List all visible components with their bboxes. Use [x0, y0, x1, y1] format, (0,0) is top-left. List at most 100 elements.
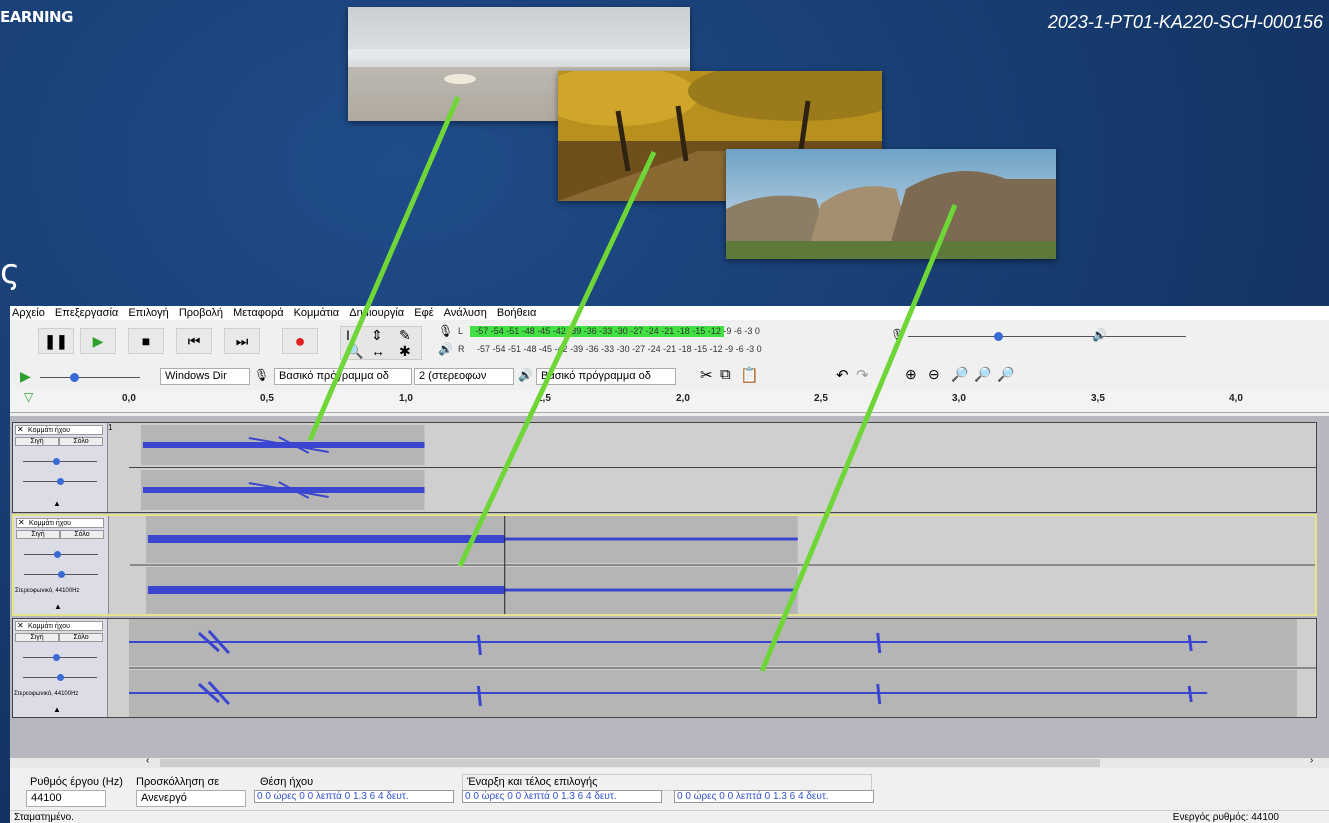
redo-icon[interactable]: ↷ [856, 366, 869, 384]
record-button[interactable]: ● [282, 328, 318, 354]
ruler-label: 0,5 [260, 393, 274, 404]
partial-heading-glyph: ς [0, 252, 20, 292]
draw-tool-icon[interactable]: ✎ [399, 327, 411, 344]
collapse-track-icon[interactable]: ▲ [53, 499, 61, 508]
timeshift-tool-icon[interactable]: ↔ [371, 343, 385, 359]
menu-select[interactable]: Επιλογή [126, 307, 173, 319]
track-name-menu[interactable]: Κομμάτι ήχου [16, 518, 104, 528]
snap-to-select[interactable]: Ανενεργό [136, 790, 246, 807]
close-track-icon[interactable]: ✕ [18, 518, 25, 527]
menu-transport[interactable]: Μεταφορά [231, 307, 288, 319]
ruler-label: 2,0 [676, 393, 690, 404]
record-icon: ● [294, 330, 306, 351]
collapse-track-icon[interactable]: ▲ [53, 705, 61, 714]
play-button[interactable]: ▶ [80, 328, 116, 354]
status-bar: Σταματημένο. Ενεργός ρυθμός: 44100 [10, 810, 1329, 823]
waveform[interactable] [130, 516, 1315, 614]
pan-slider[interactable] [23, 478, 97, 485]
input-volume-slider[interactable] [908, 332, 1186, 341]
copy-icon[interactable]: ⧉ [720, 366, 731, 383]
pause-button[interactable]: ❚❚ [38, 328, 74, 354]
cut-icon[interactable]: ✂ [700, 366, 713, 384]
close-track-icon[interactable]: ✕ [17, 425, 24, 434]
skip-start-button[interactable]: ⏮ [176, 328, 212, 354]
ruler-label: 3,5 [1091, 393, 1105, 404]
timeline-options-icon[interactable]: ▽ [24, 390, 33, 404]
menu-effect[interactable]: Εφέ [412, 307, 438, 319]
play-speed-slider[interactable] [40, 373, 140, 382]
waveform[interactable] [129, 423, 1316, 512]
audio-position-field[interactable]: 0 0 ώρες 0 0 λεπτά 0 1.3 6 4 δευτ. [254, 790, 454, 803]
selection-mode-select[interactable]: Έναρξη και τέλος επιλογής [462, 774, 872, 791]
track-name-menu[interactable]: Κομμάτι ήχου [15, 425, 103, 435]
fit-selection-icon[interactable]: 🔎 [951, 366, 968, 383]
mute-button[interactable]: Σιγή [15, 437, 59, 446]
envelope-tool-icon[interactable]: ⇕ [371, 327, 383, 344]
playback-device-select[interactable]: Βασικό πρόγραμμα οδ [536, 368, 676, 385]
audio-track-selected[interactable]: Κομμάτι ήχου ✕ Σιγή Σόλο Στερεοφωνικό, 44… [12, 514, 1317, 616]
playback-meter[interactable]: R -57 -54 -51 -48 -45 -42 -39 -36 -33 -3… [458, 343, 878, 356]
collapse-track-icon[interactable]: ▲ [54, 602, 62, 611]
menu-edit[interactable]: Επεξεργασία [53, 307, 123, 319]
tracks-area: Κομμάτι ήχου ✕ Σιγή Σόλο ▲ 1 Κομμάτι ήχο… [10, 416, 1329, 758]
menu-tracks[interactable]: Κομμάτια [292, 307, 345, 319]
zoom-toggle-icon[interactable]: 🔎 [997, 366, 1014, 383]
zoom-out-icon[interactable]: ⊖ [928, 366, 940, 383]
pan-slider[interactable] [23, 674, 97, 681]
speaker-icon[interactable]: 🔊 [438, 342, 453, 356]
audio-track[interactable]: Κομμάτι ήχου ✕ Σιγή Σόλο ▲ 1 [12, 422, 1317, 513]
tools-toolbar: I ⇕ ✎ 🔍 ↔ ✱ [340, 326, 422, 360]
selection-start-field[interactable]: 0 0 ώρες 0 0 λεπτά 0 1.3 6 4 δευτ. [462, 790, 662, 803]
timeline-ruler[interactable]: ▽ 0,0 0,5 1,0 1,5 2,0 2,5 3,0 3,5 4,0 [10, 390, 1329, 413]
waveform[interactable] [129, 619, 1316, 717]
paste-icon[interactable]: 📋 [740, 366, 759, 384]
menu-view[interactable]: Προβολή [177, 307, 228, 319]
zoom-tool-icon[interactable]: 🔍 [346, 343, 363, 360]
skip-end-icon: ⏭ [235, 332, 249, 349]
scroll-left-icon[interactable]: ‹ [146, 755, 149, 766]
play-at-speed-icon[interactable]: ▶ [20, 368, 31, 385]
track-control-panel: Κομμάτι ήχου ✕ Σιγή Σόλο Στερεοφωνικό, 44… [13, 619, 108, 717]
mute-button[interactable]: Σιγή [15, 633, 59, 642]
gain-slider[interactable] [24, 551, 98, 558]
multi-tool-icon[interactable]: ✱ [399, 343, 411, 360]
ruler-label: 1,0 [399, 393, 413, 404]
mute-button[interactable]: Σιγή [16, 530, 60, 539]
pan-slider[interactable] [24, 571, 98, 578]
ruler-label: 0,0 [122, 393, 136, 404]
menu-help[interactable]: Βοήθεια [495, 307, 541, 319]
solo-button[interactable]: Σόλο [60, 530, 104, 539]
record-meter[interactable]: L -57 -54 -51 -48 -45 -42 -39 -36 -33 -3… [458, 325, 878, 338]
microphone-icon[interactable]: 🎙 [438, 324, 453, 338]
track-format-label: Στερεοφωνικό, 44100Hz [15, 588, 80, 594]
scroll-right-icon[interactable]: › [1310, 755, 1313, 766]
track-name-menu[interactable]: Κομμάτι ήχου [15, 621, 103, 631]
menu-file[interactable]: Αρχείο [10, 307, 50, 319]
fit-project-icon[interactable]: 🔎 [974, 366, 991, 383]
stop-button[interactable]: ■ [128, 328, 164, 354]
close-track-icon[interactable]: ✕ [17, 621, 24, 630]
playback-device-icon: 🔊 [518, 368, 533, 382]
solo-button[interactable]: Σόλο [59, 633, 103, 642]
channels-select[interactable]: 2 (στερεοφων [414, 368, 514, 385]
recording-device-select[interactable]: Βασικό πρόγραμμα οδ [274, 368, 412, 385]
meter-right-label: R [458, 344, 465, 354]
select-tool-icon[interactable]: I [346, 327, 350, 343]
solo-button[interactable]: Σόλο [59, 437, 103, 446]
horizontal-scrollbar[interactable]: ‹ › [10, 755, 1329, 768]
gain-slider[interactable] [23, 654, 97, 661]
scroll-thumb[interactable] [160, 759, 1100, 767]
pause-icon: ❚❚ [44, 332, 68, 349]
gain-slider[interactable] [23, 458, 97, 465]
selection-end-field[interactable]: 0 0 ώρες 0 0 λεπτά 0 1.3 6 4 δευτ. [674, 790, 874, 803]
audio-track[interactable]: Κομμάτι ήχου ✕ Σιγή Σόλο Στερεοφωνικό, 44… [12, 618, 1317, 718]
project-rate-select[interactable]: 44100 [26, 790, 106, 807]
skip-end-button[interactable]: ⏭ [224, 328, 260, 354]
zoom-in-icon[interactable]: ⊕ [905, 366, 917, 383]
track-control-panel: Κομμάτι ήχου ✕ Σιγή Σόλο Στερεοφωνικό, 44… [14, 516, 109, 614]
menu-generate[interactable]: Δημιουργία [347, 307, 409, 319]
menu-analyze[interactable]: Ανάλυση [442, 307, 492, 319]
undo-icon[interactable]: ↶ [836, 366, 849, 384]
input-volume-icon: 🎙 [890, 328, 906, 342]
audio-host-select[interactable]: Windows Dir [160, 368, 250, 385]
